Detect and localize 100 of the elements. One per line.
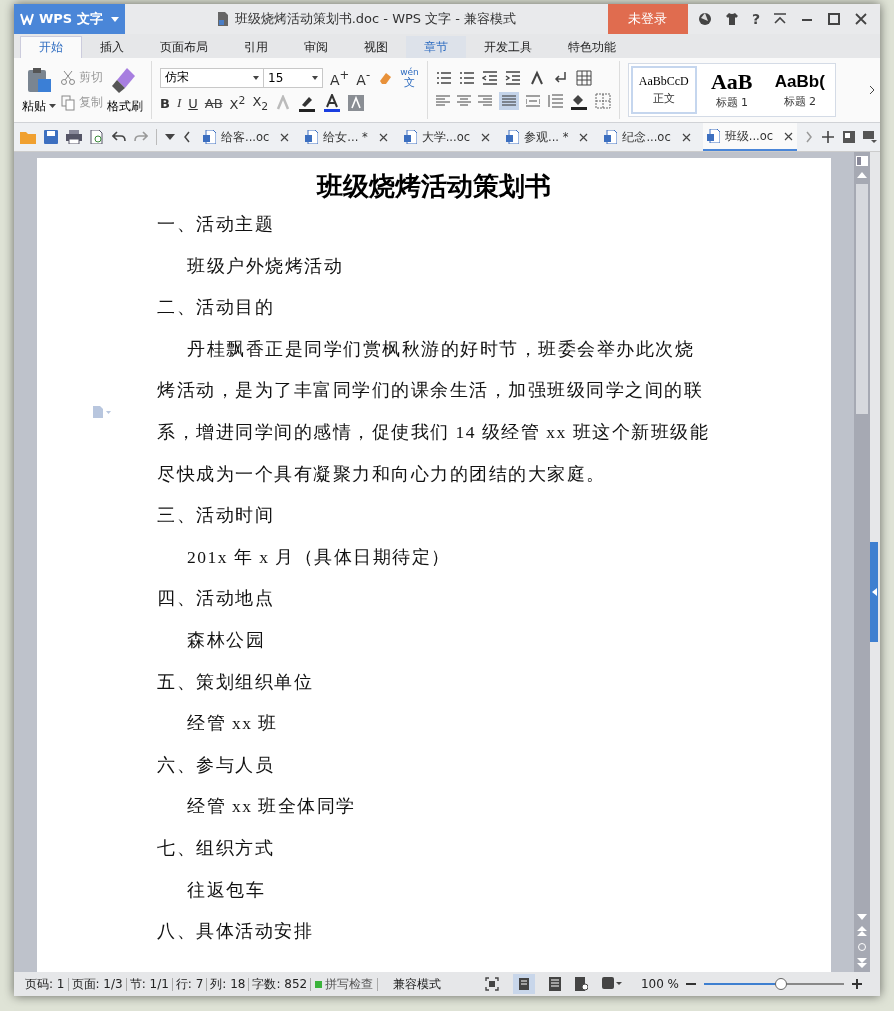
increase-indent-icon[interactable]: [504, 71, 521, 85]
ribbon-tab[interactable]: 插入: [82, 36, 142, 58]
shirt-icon[interactable]: [724, 12, 739, 26]
document-title: 班级烧烤活动策划书: [315, 170, 552, 203]
ribbon-tab[interactable]: 开发工具: [466, 36, 550, 58]
panel-menu-icon[interactable]: [863, 131, 878, 143]
ribbon-tab[interactable]: 引用: [226, 36, 286, 58]
decrease-indent-icon[interactable]: [481, 71, 498, 85]
format-button[interactable]: U: [188, 95, 198, 111]
document-icon: [706, 129, 720, 143]
document-tab[interactable]: 给客...oc: [199, 124, 294, 150]
font-color-icon[interactable]: [323, 94, 342, 112]
vertical-scrollbar[interactable]: [854, 152, 870, 972]
table-icon[interactable]: [575, 70, 592, 86]
format-button[interactable]: B: [160, 95, 170, 111]
window-icon[interactable]: [843, 131, 856, 143]
font-name-field[interactable]: 仿宋: [160, 67, 264, 88]
justify-icon[interactable]: [498, 92, 519, 110]
caret-icon: [49, 104, 56, 108]
status-field: 列: 18: [207, 975, 249, 993]
ribbon-tab[interactable]: 页面布局: [142, 36, 226, 58]
zoom-in-icon[interactable]: [852, 979, 862, 989]
close-icon[interactable]: [784, 131, 794, 141]
document-tab[interactable]: 大学...oc: [399, 124, 495, 150]
grow-font-button[interactable]: A$^{+}$: [330, 67, 350, 88]
ribbon-tab[interactable]: 视图: [346, 36, 406, 58]
close-icon[interactable]: [378, 132, 388, 142]
style-preset[interactable]: AaBb( 标题 2: [766, 66, 833, 114]
print-preview-icon[interactable]: [90, 130, 104, 144]
format-button[interactable]: I: [176, 95, 182, 111]
app-logo-icon: [20, 13, 34, 25]
collapse-ribbon-icon[interactable]: [773, 12, 787, 26]
dropdown-icon[interactable]: [165, 134, 175, 140]
ribbon-tab[interactable]: 开始: [20, 36, 82, 58]
close-icon[interactable]: [280, 132, 290, 142]
section-text: 班级户外烧烤活动: [186, 254, 344, 278]
ribbon-tab[interactable]: 特色功能: [550, 36, 634, 58]
status-field: 页面: 1/3: [68, 975, 126, 993]
side-panel-toggle[interactable]: [870, 542, 878, 642]
section-text: 森林公园: [186, 628, 266, 652]
document-tab[interactable]: 参观... *: [502, 124, 593, 150]
skin-icon[interactable]: [697, 12, 712, 26]
close-icon[interactable]: [681, 132, 691, 142]
maximize-icon[interactable]: [827, 12, 841, 26]
close-icon[interactable]: [854, 12, 868, 26]
document-tab[interactable]: 给女... *: [301, 124, 392, 150]
save-icon[interactable]: [44, 130, 58, 144]
copy-icon: [60, 94, 76, 111]
app-menu-button[interactable]: WPS 文字: [14, 4, 125, 34]
font-size-field[interactable]: 15: [263, 67, 323, 88]
format-painter-button[interactable]: 格式刷: [107, 65, 143, 115]
reading-view-icon[interactable]: [574, 977, 588, 991]
style-preset[interactable]: AaB 标题 1: [698, 66, 765, 114]
section-text: 往返包车: [186, 878, 266, 902]
format-button[interactable]: AB: [204, 95, 223, 111]
split-view-icon[interactable]: [856, 156, 868, 166]
scroll-thumb[interactable]: [856, 184, 868, 414]
full-screen-icon[interactable]: [484, 977, 499, 991]
outline-view-icon[interactable]: [548, 977, 561, 991]
document-icon: [506, 130, 520, 144]
fill-bucket-icon[interactable]: [569, 92, 588, 110]
plus-icon[interactable]: [821, 130, 836, 144]
bullet-list-icon[interactable]: [435, 71, 452, 85]
style-preset[interactable]: AaBbCcD 正文: [630, 66, 697, 114]
compatibility-mode-label: 兼容模式: [392, 975, 443, 993]
shrink-font-button[interactable]: A$^{-}$: [356, 67, 371, 88]
paragraph-marker-icon[interactable]: [92, 405, 112, 418]
eye-protection-icon[interactable]: [601, 977, 622, 991]
section-text: 201x 年 x 月（具体日期待定）: [186, 545, 452, 569]
section-heading: 五、策划组织单位: [157, 670, 314, 694]
undo-icon[interactable]: [112, 131, 126, 143]
status-field: 页码: 1: [22, 975, 68, 993]
ribbon-tab[interactable]: 章节: [406, 36, 466, 58]
document-icon: [305, 130, 319, 144]
format-button[interactable]: X$_{2}$: [252, 93, 269, 113]
spell-check-toggle[interactable]: 拼写检查: [311, 975, 378, 993]
print-icon[interactable]: [66, 130, 82, 144]
status-field: 节: 1/1: [126, 975, 172, 993]
section-heading: 四、活动地点: [157, 587, 275, 611]
close-icon[interactable]: [579, 132, 589, 142]
document-icon: [604, 130, 618, 144]
paste-button[interactable]: 粘贴: [22, 65, 56, 115]
help-button[interactable]: ?: [751, 11, 760, 27]
format-button[interactable]: X$^{2}$: [229, 93, 246, 113]
shading-icon[interactable]: [348, 95, 365, 111]
document-tab[interactable]: 纪念...oc: [600, 124, 695, 150]
highlighter-icon[interactable]: [298, 94, 317, 112]
numbered-list-icon[interactable]: [458, 71, 475, 85]
borders-icon[interactable]: [594, 93, 611, 109]
chevron-left-icon[interactable]: [183, 131, 191, 143]
document-icon: [216, 12, 229, 26]
page-view-icon[interactable]: [512, 974, 535, 994]
document-tab[interactable]: 班级...oc: [702, 123, 798, 151]
paragraph: 丹桂飘香正是同学们赏枫秋游的好时节，班委会举办此次烧烤活动，是为了丰富同学们的课余生活，加强班级同学之间的联系，增进同学间的感情，促使我们 14 级经管 xx 班这个新班级能尽快成为一个具有凝聚力和向心力的团结的大家庭。: [157, 337, 710, 486]
section-heading: 一、活动主题: [157, 213, 275, 236]
ribbon-tab[interactable]: 审阅: [286, 36, 346, 58]
clipboard-icon: [25, 65, 53, 94]
chevron-right-icon[interactable]: [868, 85, 876, 95]
phonetic-guide-button[interactable]: wén 文: [400, 67, 419, 88]
close-icon[interactable]: [481, 132, 491, 142]
